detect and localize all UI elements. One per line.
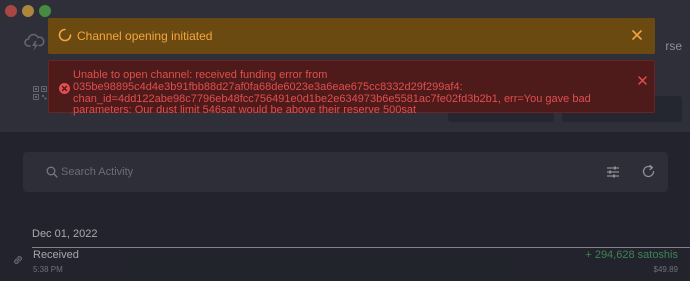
window-close-button[interactable]	[5, 5, 17, 17]
activity-date-group: Dec 01, 2022	[32, 228, 690, 248]
activity-date-header: Dec 01, 2022	[32, 228, 690, 248]
error-icon	[59, 81, 70, 99]
refresh-icon[interactable]	[641, 164, 656, 184]
activity-item-time: 5:38 PM	[33, 265, 63, 274]
error-notification: Unable to open channel: received funding…	[48, 60, 655, 116]
link-icon	[12, 253, 24, 271]
qr-code-icon[interactable]	[33, 86, 47, 105]
header-right-label[interactable]: rse	[665, 39, 682, 53]
window-minimize-button[interactable]	[22, 5, 34, 17]
spinner-icon	[58, 28, 72, 47]
cloud-lightning-icon	[24, 32, 46, 57]
window-controls	[5, 5, 51, 17]
activity-item-amount: + 294,628 satoshis	[585, 249, 678, 261]
close-icon[interactable]	[631, 28, 643, 46]
activity-item-title[interactable]: Received	[33, 249, 79, 261]
info-notification-message: Channel opening initiated	[77, 29, 213, 43]
activity-item-fiat: $49.89	[653, 265, 678, 274]
close-icon[interactable]	[637, 73, 648, 91]
search-icon	[46, 165, 58, 183]
search-input[interactable]	[61, 162, 481, 182]
window-maximize-button[interactable]	[39, 5, 51, 17]
search-bar	[23, 152, 668, 192]
info-notification: Channel opening initiated	[48, 18, 655, 54]
filter-sliders-icon[interactable]	[606, 165, 620, 184]
error-notification-message: Unable to open channel: received funding…	[73, 69, 591, 117]
